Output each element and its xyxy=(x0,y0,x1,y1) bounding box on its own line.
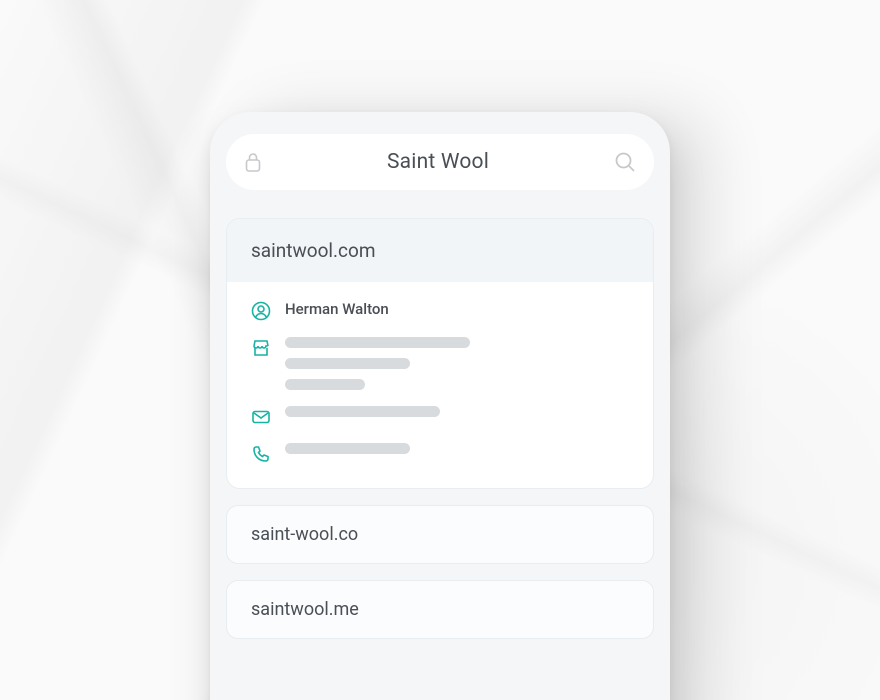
result-item[interactable]: saint-wool.co xyxy=(226,505,654,564)
primary-result-body: Herman Walton xyxy=(227,282,653,488)
org-line-3-skeleton xyxy=(285,379,365,390)
org-line-1-skeleton xyxy=(285,337,470,348)
search-title: Saint Wool xyxy=(276,150,600,174)
phone-skeleton xyxy=(285,443,410,454)
email-skeleton xyxy=(285,406,440,417)
person-icon xyxy=(251,301,271,321)
search-icon[interactable] xyxy=(614,151,636,173)
store-icon xyxy=(251,338,271,358)
search-bar[interactable]: Saint Wool xyxy=(226,134,654,190)
owner-row: Herman Walton xyxy=(251,300,629,321)
primary-result-card[interactable]: saintwool.com Herman Walton xyxy=(226,218,654,489)
phone-icon xyxy=(251,444,271,464)
lock-icon xyxy=(244,151,262,173)
result-domain: saint-wool.co xyxy=(251,524,358,545)
org-line-2-skeleton xyxy=(285,358,410,369)
owner-name: Herman Walton xyxy=(285,300,629,318)
mail-icon xyxy=(251,407,271,427)
phone-row xyxy=(251,443,629,464)
organization-row xyxy=(251,337,629,390)
result-domain: saintwool.me xyxy=(251,599,359,620)
primary-result-domain: saintwool.com xyxy=(227,219,653,282)
phone-frame: Saint Wool saintwool.com Herman Walt xyxy=(210,112,670,700)
email-row xyxy=(251,406,629,427)
result-item[interactable]: saintwool.me xyxy=(226,580,654,639)
